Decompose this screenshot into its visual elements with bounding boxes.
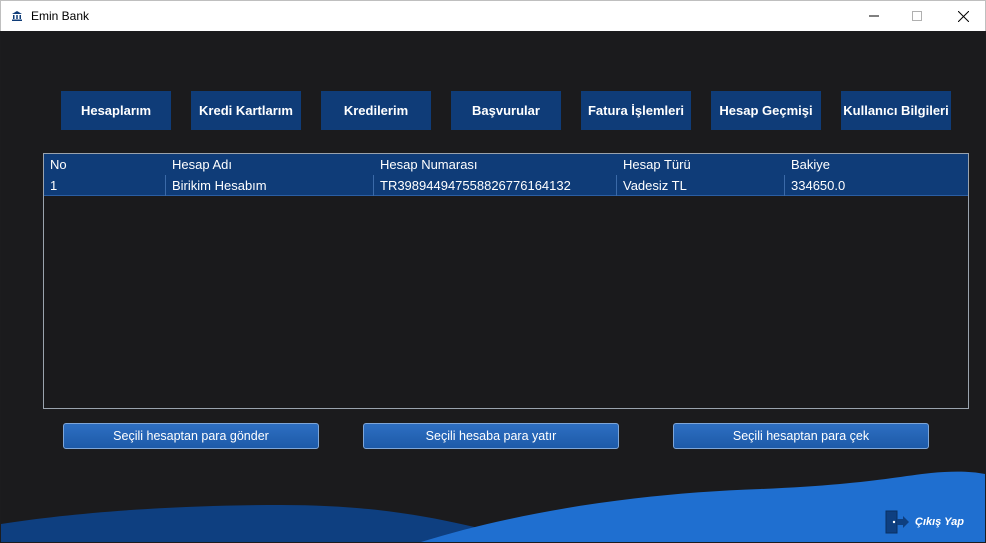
table-row[interactable]: 1 Birikim Hesabım TR39894494755882677616… (44, 175, 968, 196)
column-header-bakiye[interactable]: Bakiye (785, 154, 968, 175)
column-header-hesap-turu[interactable]: Hesap Türü (617, 154, 785, 175)
minimize-button[interactable] (851, 1, 897, 31)
cell-hesap-numarasi: TR398944947558826776164132 (374, 175, 617, 196)
cell-bakiye: 334650.0 (791, 178, 846, 193)
cell-hesap-adi: Birikim Hesabım (166, 175, 374, 196)
close-icon (957, 10, 969, 22)
maximize-icon (912, 11, 922, 21)
nav-hesap-gecmisi-button[interactable]: Hesap Geçmişi (711, 91, 821, 130)
nav-fatura-islemleri-button[interactable]: Fatura İşlemleri (581, 91, 691, 130)
column-header-hesap-numarasi[interactable]: Hesap Numarası (374, 154, 617, 175)
nav-kredilerim-button[interactable]: Kredilerim (321, 91, 431, 130)
withdraw-money-button[interactable]: Seçili hesaptan para çek (673, 423, 929, 449)
cell-hesap-turu: Vadesiz TL (617, 175, 785, 196)
table-header: No Hesap Adı Hesap Numarası Hesap Türü B… (44, 154, 968, 175)
nav-basvurular-button[interactable]: Başvurular (451, 91, 561, 130)
column-header-hesap-adi[interactable]: Hesap Adı (166, 154, 374, 175)
window-title: Emin Bank (31, 9, 90, 23)
deposit-money-button[interactable]: Seçili hesaba para yatır (363, 423, 619, 449)
main-window: Hesaplarım Kredi Kartlarım Kredilerim Ba… (1, 31, 985, 542)
nav-hesaplarim-button[interactable]: Hesaplarım (61, 91, 171, 130)
accounts-table[interactable]: No Hesap Adı Hesap Numarası Hesap Türü B… (43, 153, 969, 409)
logout-button[interactable]: Çıkış Yap (883, 509, 964, 535)
maximize-button[interactable] (894, 1, 940, 31)
send-money-button[interactable]: Seçili hesaptan para gönder (63, 423, 319, 449)
minimize-icon (869, 15, 879, 17)
cell-no: 1 (44, 175, 166, 196)
nav-kullanici-bilgileri-button[interactable]: Kullanıcı Bilgileri (841, 91, 951, 130)
column-header-no[interactable]: No (44, 154, 166, 175)
logout-label: Çıkış Yap (915, 516, 964, 528)
logout-door-icon (885, 510, 909, 534)
bank-icon (12, 11, 22, 21)
close-button[interactable] (940, 1, 986, 31)
title-bar: Emin Bank (0, 0, 986, 31)
nav-kredi-kartlarim-button[interactable]: Kredi Kartlarım (191, 91, 301, 130)
